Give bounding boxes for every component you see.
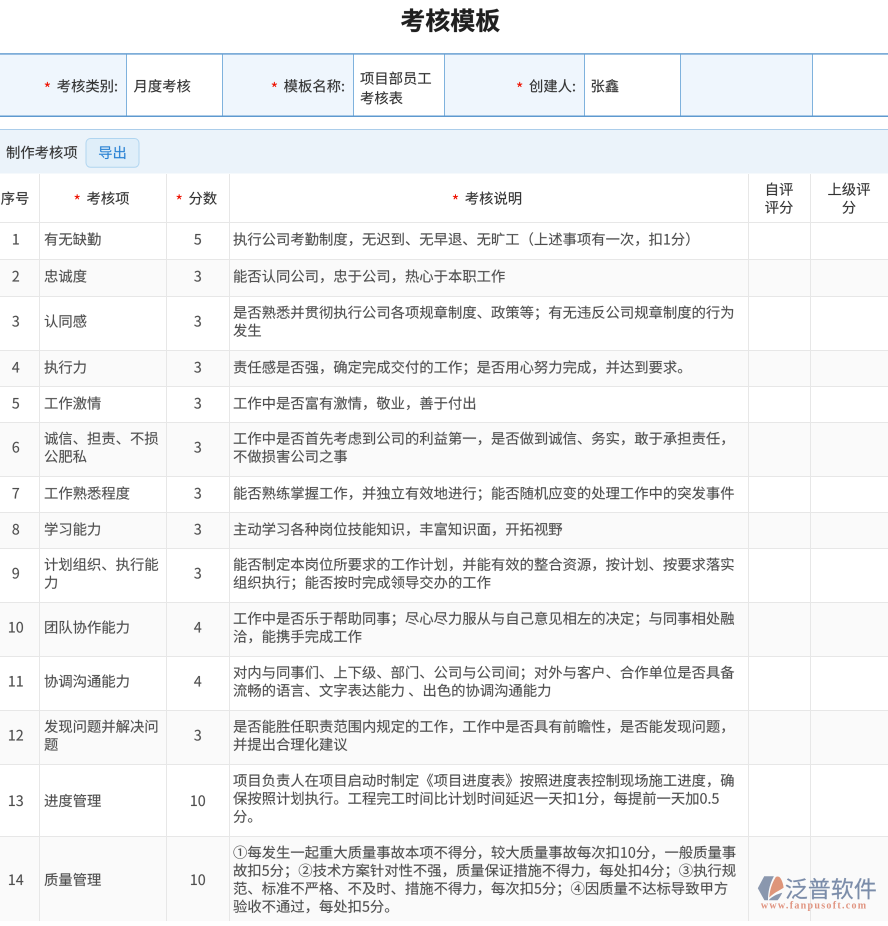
svg-text:www.fanpusoft.com: www.fanpusoft.com (761, 901, 868, 912)
